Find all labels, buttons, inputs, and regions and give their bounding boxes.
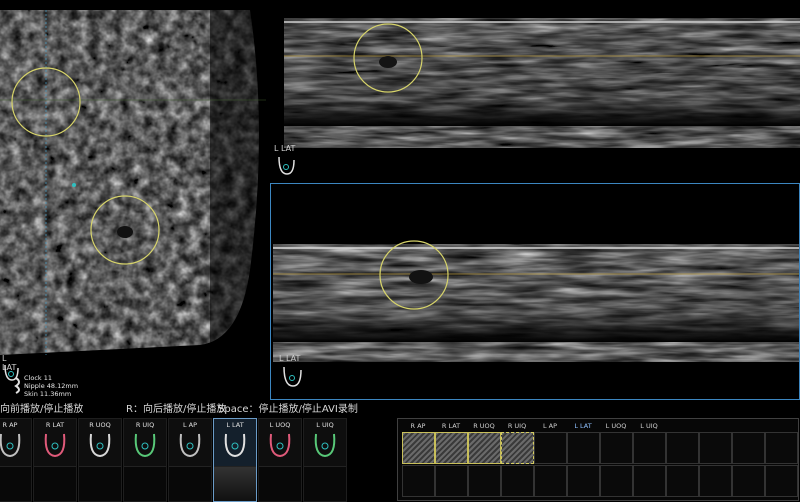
grid-cell[interactable] [699,432,732,464]
grid-cell[interactable] [468,465,501,497]
grid-cell[interactable] [699,465,732,497]
grid-cell[interactable] [402,432,435,464]
grid-cell[interactable] [633,432,666,464]
top-ultrasound-image [270,14,800,182]
grid-header-r-ap[interactable]: R AP [402,422,434,430]
breast-ring-icon [44,433,66,458]
bottom-ultrasound-image [271,184,799,399]
grid-header-l-ap[interactable]: L AP [534,422,566,430]
grid-cell[interactable] [732,465,765,497]
grid-cell[interactable] [501,432,534,464]
grid-header-r-lat[interactable]: R LAT [435,422,467,430]
view-thumb-preview [304,466,346,501]
grid-cell[interactable] [501,465,534,497]
grid-cell[interactable] [765,432,798,464]
view-thumb-label: R AP [2,421,18,429]
grid-header-l-uoq[interactable]: L UOQ [600,422,632,430]
view-thumb-l-uoq[interactable]: L UOQ [258,418,302,502]
grid-cell[interactable] [567,465,600,497]
view-thumb-l-lat[interactable]: L LAT [213,418,257,502]
skin-depth: Skin 11.36mm [24,390,72,398]
view-thumb-r-lat[interactable]: R LAT [33,418,77,502]
view-selector-strip: R AP R LAT R UOQ R UIQ L AP L LAT L UOQ L UIQ [0,416,347,502]
nipple-distance: Nipple 48.12mm [24,382,79,390]
grid-cell[interactable] [567,432,600,464]
orientation-label: L LAT [279,354,301,363]
view-thumb-preview [169,466,211,501]
breast-ring-icon [134,433,156,458]
view-thumb-r-ap[interactable]: R AP [0,418,32,502]
view-thumb-label: L LAT [226,421,244,429]
breast-ring-icon [179,433,201,458]
view-thumb-preview [0,466,31,501]
grid-cell[interactable] [600,432,633,464]
grid-header-r-uiq[interactable]: R UIQ [501,422,533,430]
hint-space: Space：停止播放/停止AVI录制 [218,404,358,415]
grid-cell[interactable] [468,432,501,464]
view-thumb-preview [79,466,121,501]
view-thumb-preview [124,466,166,501]
breast-ring-icon [283,366,302,387]
acquisition-grid-panel: R AP R LAT R UOQ R UIQ L AP L LAT L UOQ L UIQ [397,418,799,501]
grid-header-l-uiq[interactable]: L UIQ [633,422,665,430]
view-thumb-preview [34,466,76,501]
view-thumb-label: R UOQ [89,421,111,429]
position-info: Clock 11 Nipple 48.12mm Skin 11.36mm [24,374,78,398]
view-thumb-label: R LAT [45,421,65,429]
grid-cell[interactable] [666,432,699,464]
orientation-badge: L LAT [274,144,304,180]
orientation-badge: L LAT [279,354,309,394]
breast-ring-icon [278,156,295,175]
breast-ring-icon [0,433,21,458]
view-thumb-preview [259,466,301,501]
grid-cell[interactable] [534,465,567,497]
breast-ring-icon [89,433,111,458]
grid-cell[interactable] [435,465,468,497]
grid-cell[interactable] [765,465,798,497]
view-thumb-l-ap[interactable]: L AP [168,418,212,502]
keyboard-hint-bar: 向前播放/停止播放 R：向后播放/停止播放 Space：停止播放/停止AVI录制 [0,400,800,415]
breast-ring-icon [224,433,246,458]
grid-cell[interactable] [666,465,699,497]
view-thumb-r-uiq[interactable]: R UIQ [123,418,167,502]
grid-cell[interactable] [534,432,567,464]
view-thumb-r-uoq[interactable]: R UOQ [78,418,122,502]
hint-forward: 向前播放/停止播放 [0,404,84,415]
position-dot [72,183,76,187]
breast-ring-icon [269,433,291,458]
coronal-view-pane[interactable]: L LAT Clock 11 Nipple 48.12mm Skin 11.36… [0,10,266,400]
coronal-image [0,10,266,400]
grid-header-l-lat[interactable]: L LAT [567,422,599,430]
view-thumb-label: L UIQ [316,421,334,429]
view-thumb-label: L AP [182,421,198,429]
view-thumb-l-uiq[interactable]: L UIQ [303,418,347,502]
view-thumb-label: R UIQ [135,421,155,429]
grid-cell[interactable] [600,465,633,497]
grid-cell[interactable] [732,432,765,464]
view-thumb-label: L UOQ [269,421,291,429]
view-thumb-preview [214,466,256,501]
bottom-ultrasound-pane[interactable]: L LAT [270,183,800,400]
grid-cell[interactable] [435,432,468,464]
orientation-label: L LAT [274,144,296,153]
clock-position: Clock 11 [24,374,52,382]
hint-backward: R：向后播放/停止播放 [126,404,227,415]
breast-ring-icon [314,433,336,458]
top-ultrasound-pane[interactable]: L LAT [270,14,800,182]
grid-cell[interactable] [633,465,666,497]
grid-cell[interactable] [402,465,435,497]
grid-header-r-uoq[interactable]: R UOQ [468,422,500,430]
